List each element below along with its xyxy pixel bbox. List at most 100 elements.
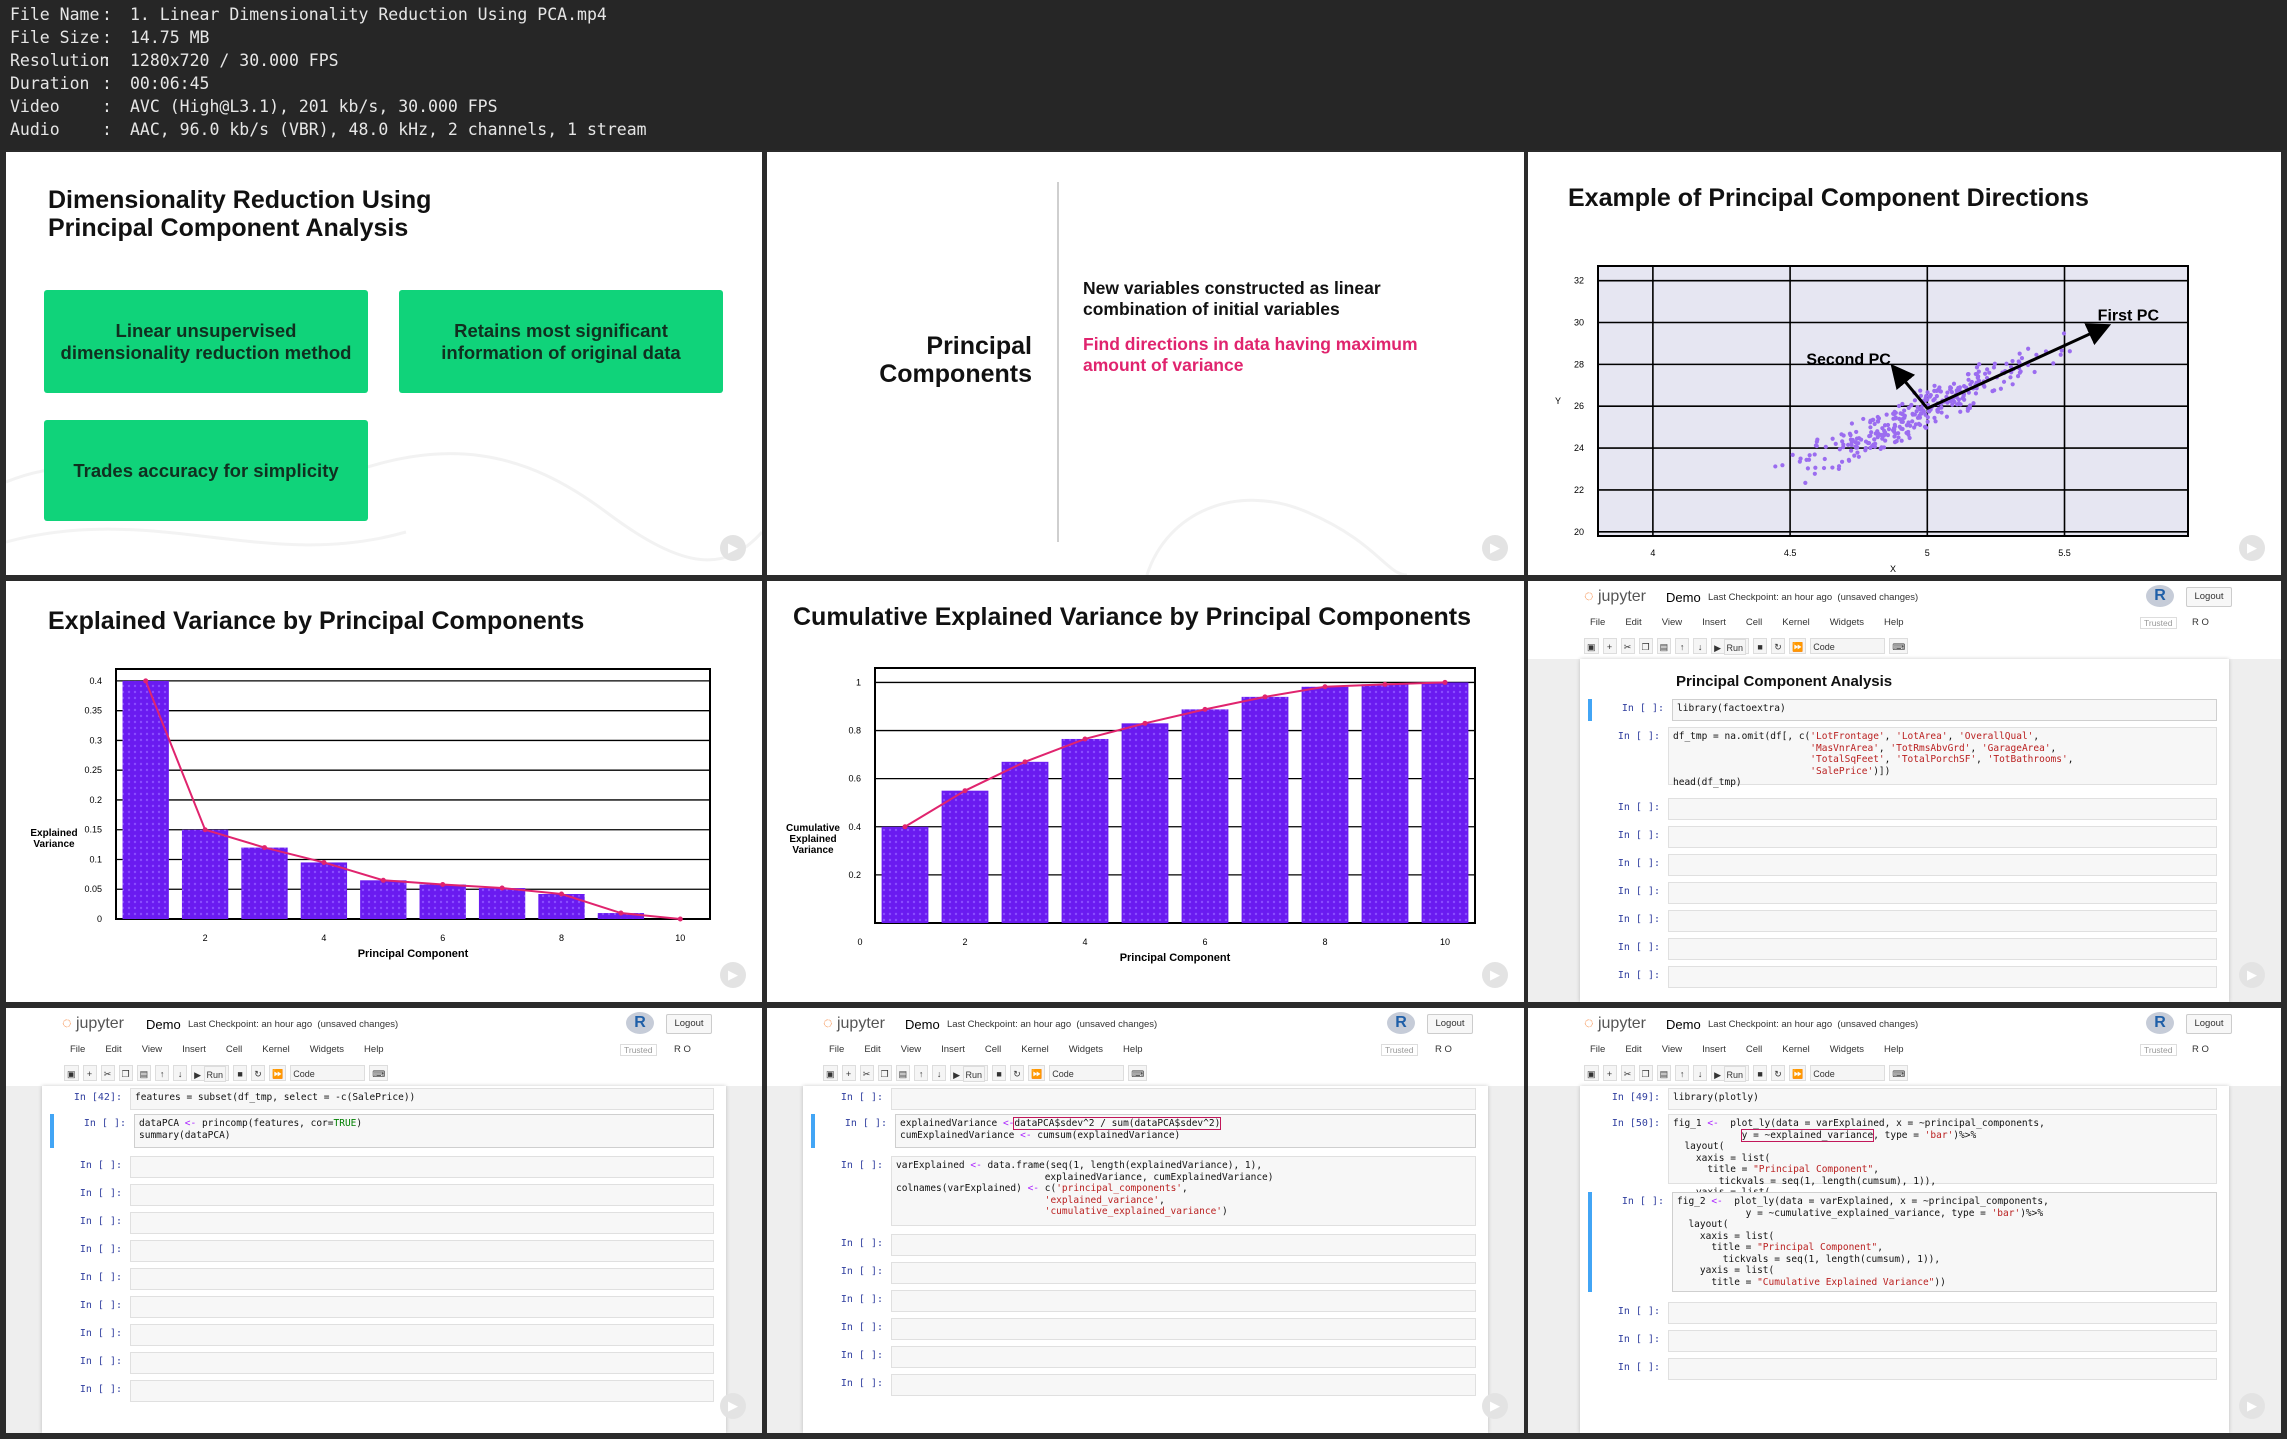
move-down-icon[interactable]: ↓ [1693, 638, 1708, 654]
menu-help[interactable]: Help [364, 1044, 384, 1055]
menu-cell[interactable]: Cell [1746, 1044, 1762, 1055]
keyboard-icon[interactable]: ⌨ [1889, 1065, 1909, 1081]
empty-cell[interactable]: In [ ]: [1588, 1302, 2221, 1324]
keyboard-icon[interactable]: ⌨ [1889, 638, 1909, 654]
code-cell[interactable]: In [ ]: explainedVariance <-dataPCA$sdev^… [811, 1114, 1480, 1148]
add-cell-icon[interactable]: + [82, 1065, 97, 1081]
menu-cell[interactable]: Cell [1746, 617, 1762, 628]
save-icon[interactable]: ▣ [1584, 638, 1599, 654]
menu-help[interactable]: Help [1884, 617, 1904, 628]
menu-view[interactable]: View [1662, 1044, 1682, 1055]
play-icon[interactable]: ▶ [720, 1393, 746, 1419]
cut-icon[interactable]: ✂ [100, 1065, 115, 1081]
empty-cell[interactable]: In [ ]: [50, 1156, 718, 1178]
empty-cell[interactable]: In [ ]: [811, 1234, 1480, 1256]
empty-cell[interactable]: In [ ]: [811, 1290, 1480, 1312]
restart-icon[interactable]: ↻ [1771, 1065, 1786, 1081]
empty-cell[interactable]: In [ ]: [1588, 966, 2221, 988]
menu-insert[interactable]: Insert [1702, 1044, 1726, 1055]
logout-button[interactable]: Logout [666, 1014, 712, 1034]
save-icon[interactable]: ▣ [1584, 1065, 1599, 1081]
play-icon[interactable]: ▶ [1482, 1393, 1508, 1419]
keyboard-icon[interactable]: ⌨ [1128, 1065, 1148, 1081]
menu-kernel[interactable]: Kernel [1782, 617, 1809, 628]
notebook-name[interactable]: Demo [1666, 590, 1701, 605]
move-up-icon[interactable]: ↑ [1675, 1065, 1690, 1081]
menu-widgets[interactable]: Widgets [1830, 1044, 1864, 1055]
run-button[interactable]: ▶ Run [1711, 638, 1750, 655]
empty-cell[interactable]: In [ ]: [1588, 1330, 2221, 1352]
empty-cell[interactable]: In [ ]: [811, 1262, 1480, 1284]
empty-cell[interactable]: In [ ]: [1588, 826, 2221, 848]
menu-edit[interactable]: Edit [1625, 617, 1641, 628]
copy-icon[interactable]: ❐ [118, 1065, 133, 1081]
empty-cell[interactable]: In [ ]: [50, 1380, 718, 1402]
empty-cell[interactable]: In [ ]: [50, 1240, 718, 1262]
menu-kernel[interactable]: Kernel [1021, 1044, 1048, 1055]
menu-insert[interactable]: Insert [941, 1044, 965, 1055]
code-cell[interactable]: In [ ]: fig_2 <- plot_ly(data = varExplai… [1588, 1192, 2221, 1292]
menu-cell[interactable]: Cell [985, 1044, 1001, 1055]
menu-edit[interactable]: Edit [864, 1044, 880, 1055]
menu-widgets[interactable]: Widgets [1830, 617, 1864, 628]
play-icon[interactable]: ▶ [2239, 962, 2265, 988]
run-button[interactable]: ▶ Run [950, 1065, 989, 1082]
menu-kernel[interactable]: Kernel [262, 1044, 289, 1055]
copy-icon[interactable]: ❐ [1638, 1065, 1653, 1081]
menu-widgets[interactable]: Widgets [310, 1044, 344, 1055]
paste-icon[interactable]: ▤ [136, 1065, 152, 1081]
menu-file[interactable]: File [70, 1044, 85, 1055]
play-icon[interactable]: ▶ [720, 962, 746, 988]
cell-type-select[interactable]: Code [1810, 638, 1886, 654]
menu-view[interactable]: View [1662, 617, 1682, 628]
empty-cell[interactable]: In [ ]: [1588, 910, 2221, 932]
code-cell[interactable]: In [42]: features = subset(df_tmp, select… [50, 1088, 718, 1110]
menu-cell[interactable]: Cell [226, 1044, 242, 1055]
jupyter-logo[interactable]: ◌ jupyter [1584, 1015, 1646, 1033]
empty-cell[interactable]: In [ ]: [1588, 938, 2221, 960]
save-icon[interactable]: ▣ [64, 1065, 79, 1081]
paste-icon[interactable]: ▤ [895, 1065, 911, 1081]
empty-cell[interactable]: In [ ]: [50, 1184, 718, 1206]
code-cell[interactable]: In [49]: library(plotly) [1588, 1088, 2221, 1110]
copy-icon[interactable]: ❐ [877, 1065, 892, 1081]
stop-icon[interactable]: ■ [1753, 638, 1768, 654]
fast-forward-icon[interactable]: ⏩ [1789, 638, 1807, 654]
notebook-name[interactable]: Demo [1666, 1017, 1701, 1032]
fast-forward-icon[interactable]: ⏩ [269, 1065, 287, 1081]
keyboard-icon[interactable]: ⌨ [369, 1065, 389, 1081]
menu-insert[interactable]: Insert [182, 1044, 206, 1055]
restart-icon[interactable]: ↻ [1771, 638, 1786, 654]
fast-forward-icon[interactable]: ⏩ [1789, 1065, 1807, 1081]
menu-file[interactable]: File [829, 1044, 844, 1055]
add-cell-icon[interactable]: + [1602, 1065, 1617, 1081]
menu-help[interactable]: Help [1884, 1044, 1904, 1055]
code-cell[interactable]: In [50]: fig_1 <- plot_ly(data = varExpla… [1588, 1114, 2221, 1210]
menu-insert[interactable]: Insert [1702, 617, 1726, 628]
cut-icon[interactable]: ✂ [859, 1065, 874, 1081]
add-cell-icon[interactable]: + [841, 1065, 856, 1081]
play-icon[interactable]: ▶ [2239, 1393, 2265, 1419]
restart-icon[interactable]: ↻ [1010, 1065, 1025, 1081]
stop-icon[interactable]: ■ [992, 1065, 1007, 1081]
copy-icon[interactable]: ❐ [1638, 638, 1653, 654]
paste-icon[interactable]: ▤ [1656, 638, 1672, 654]
empty-cell[interactable]: In [ ]: [50, 1268, 718, 1290]
move-down-icon[interactable]: ↓ [1693, 1065, 1708, 1081]
empty-cell[interactable]: In [ ]: [1588, 882, 2221, 904]
empty-cell[interactable]: In [ ]: [811, 1088, 1480, 1110]
logout-button[interactable]: Logout [2186, 1014, 2232, 1034]
logout-button[interactable]: Logout [1427, 1014, 1473, 1034]
code-cell[interactable]: In [ ]: varExplained <- data.frame(seq(1,… [811, 1156, 1480, 1226]
menu-edit[interactable]: Edit [1625, 1044, 1641, 1055]
menu-kernel[interactable]: Kernel [1782, 1044, 1809, 1055]
cell-type-select[interactable]: Code [1049, 1065, 1125, 1081]
run-button[interactable]: ▶ Run [191, 1065, 230, 1082]
notebook-name[interactable]: Demo [146, 1017, 181, 1032]
empty-cell[interactable]: In [ ]: [50, 1296, 718, 1318]
menu-help[interactable]: Help [1123, 1044, 1143, 1055]
play-icon[interactable]: ▶ [720, 535, 746, 561]
save-icon[interactable]: ▣ [823, 1065, 838, 1081]
empty-cell[interactable]: In [ ]: [811, 1318, 1480, 1340]
jupyter-logo[interactable]: ◌ jupyter [823, 1015, 885, 1033]
